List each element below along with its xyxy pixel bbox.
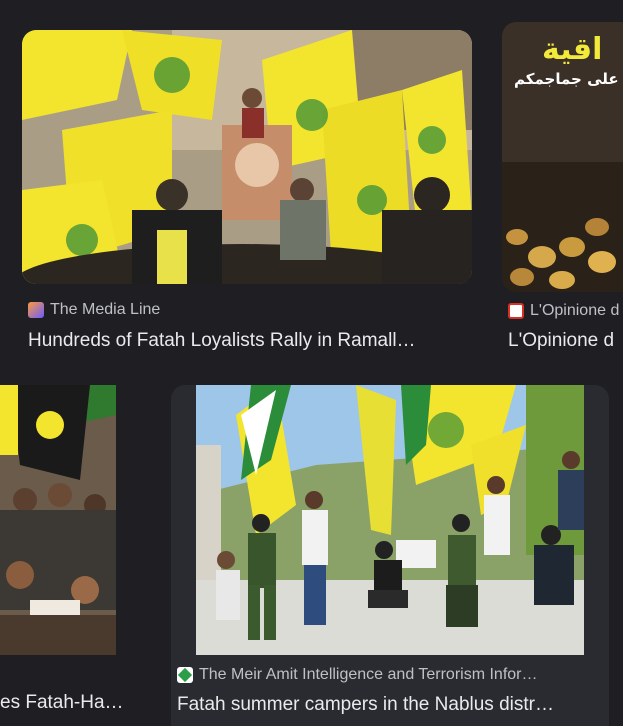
result-source-name: The Meir Amit Intelligence and Terrorism… (199, 666, 538, 683)
result-source-name: L'Opinione d (530, 302, 620, 319)
result-source[interactable]: The Meir Amit Intelligence and Terrorism… (177, 666, 605, 684)
result-source[interactable]: The Media Line (28, 301, 468, 319)
result-image-fatah-hamas[interactable] (0, 385, 116, 655)
result-source-name: The Media Line (50, 301, 161, 318)
result-title[interactable]: es Fatah-Ha… (0, 692, 140, 714)
result-image-nablus-campers[interactable] (196, 385, 584, 655)
result-title[interactable]: Fatah summer campers in the Nablus distr… (177, 694, 607, 716)
result-card-media-line[interactable]: The Media Line Hundreds of Fatah Loyalis… (22, 30, 472, 360)
meir-amit-favicon-icon (177, 667, 193, 683)
result-card-fatah-hamas[interactable]: es Fatah-Ha… (0, 385, 141, 726)
result-card-lopinione[interactable]: اقية على جماجمكم L'Opinione d L'Opinione… (502, 22, 623, 360)
result-title[interactable]: Hundreds of Fatah Loyalists Rally in Ram… (28, 330, 472, 352)
nablus-campers-photo (196, 385, 584, 655)
lopinione-favicon-icon (508, 303, 524, 319)
result-card-meir-amit[interactable]: The Meir Amit Intelligence and Terrorism… (171, 385, 609, 726)
rally-photo (22, 30, 472, 284)
result-source[interactable]: L'Opinione d (508, 302, 623, 320)
image-arabic-headline: اقية (542, 32, 603, 67)
result-image-fatah-rally[interactable] (22, 30, 472, 284)
image-arabic-subheadline: على جماجمكم (514, 70, 619, 88)
media-line-favicon-icon (28, 302, 44, 318)
fatah-hamas-photo (0, 385, 116, 655)
result-title[interactable]: L'Opinione d (508, 330, 623, 352)
